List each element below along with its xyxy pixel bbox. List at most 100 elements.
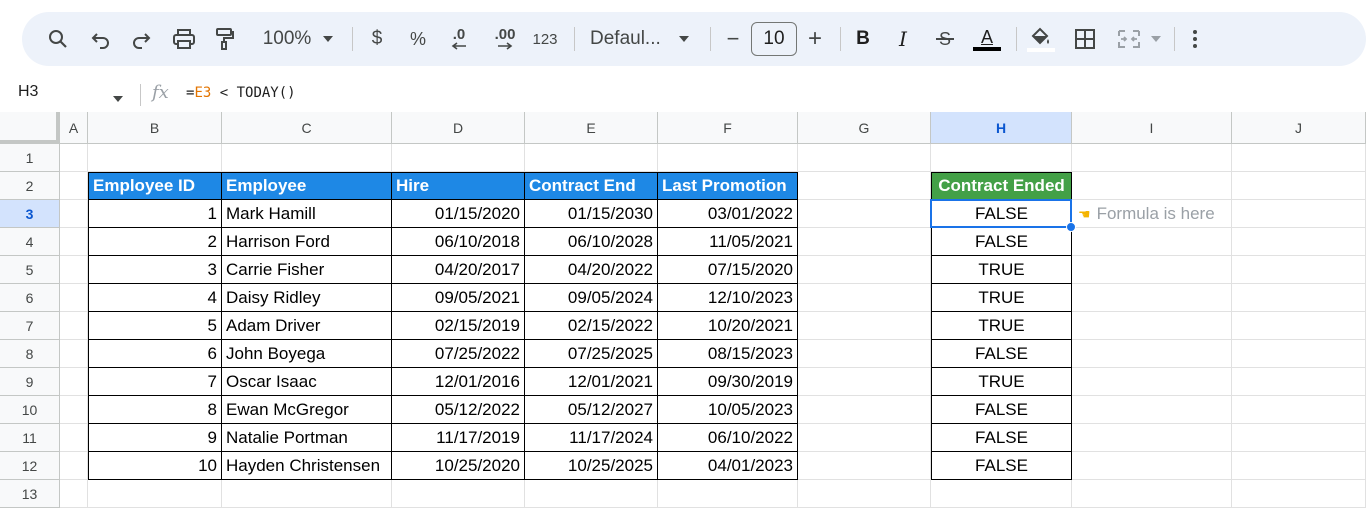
increase-font-size-button[interactable]: +	[804, 12, 826, 66]
table-cell[interactable]: Oscar Isaac	[222, 368, 392, 396]
table-cell[interactable]: 07/25/2025	[525, 340, 658, 368]
cell[interactable]	[392, 144, 525, 172]
cell[interactable]	[1072, 480, 1232, 508]
cell[interactable]	[798, 144, 931, 172]
cell[interactable]	[60, 284, 88, 312]
search-menus-icon[interactable]	[44, 12, 72, 66]
currency-button[interactable]: $	[366, 12, 388, 66]
table-cell[interactable]: 10	[88, 452, 222, 480]
cell[interactable]	[1232, 368, 1366, 396]
row-header-4[interactable]: 4	[0, 228, 60, 256]
table-cell[interactable]: 04/20/2017	[392, 256, 525, 284]
cell[interactable]	[1232, 340, 1366, 368]
cell[interactable]	[1232, 424, 1366, 452]
row-header-10[interactable]: 10	[0, 396, 60, 424]
row-header-9[interactable]: 9	[0, 368, 60, 396]
table-cell[interactable]: Hayden Christensen	[222, 452, 392, 480]
table-header-cell[interactable]: Last Promotion	[658, 172, 798, 200]
bold-button[interactable]: B	[852, 12, 874, 66]
cell[interactable]	[798, 396, 931, 424]
table-cell[interactable]: Mark Hamill	[222, 200, 392, 228]
row-header-1[interactable]: 1	[0, 144, 60, 172]
table-cell[interactable]: 06/10/2028	[525, 228, 658, 256]
redo-icon[interactable]	[128, 12, 154, 66]
table-cell[interactable]: 7	[88, 368, 222, 396]
merge-cells-icon[interactable]	[1114, 12, 1144, 66]
italic-button[interactable]: I	[892, 12, 914, 66]
decrease-decimal-button[interactable]: .0	[444, 12, 474, 66]
column-header-a[interactable]: A	[60, 112, 88, 144]
table-cell[interactable]: Ewan McGregor	[222, 396, 392, 424]
table-cell[interactable]: 07/25/2022	[392, 340, 525, 368]
decrease-font-size-button[interactable]: −	[722, 12, 744, 66]
table-cell[interactable]: Natalie Portman	[222, 424, 392, 452]
result-cell[interactable]: FALSE	[931, 396, 1072, 424]
print-icon[interactable]	[170, 12, 198, 66]
cell[interactable]	[1072, 396, 1232, 424]
zoom-select[interactable]: 100%	[256, 12, 318, 66]
table-cell[interactable]: 06/10/2018	[392, 228, 525, 256]
column-header-j[interactable]: J	[1232, 112, 1366, 144]
table-cell[interactable]: 06/10/2022	[658, 424, 798, 452]
table-cell[interactable]: Adam Driver	[222, 312, 392, 340]
cell[interactable]	[1232, 144, 1366, 172]
row-header-13[interactable]: 13	[0, 480, 60, 508]
result-cell[interactable]: FALSE	[931, 424, 1072, 452]
table-cell[interactable]: 11/17/2024	[525, 424, 658, 452]
table-cell[interactable]: 12/01/2021	[525, 368, 658, 396]
table-cell[interactable]: 05/12/2022	[392, 396, 525, 424]
table-header-cell[interactable]: Contract End	[525, 172, 658, 200]
cell[interactable]	[60, 452, 88, 480]
cell[interactable]	[1072, 368, 1232, 396]
cell[interactable]	[798, 480, 931, 508]
cell[interactable]	[798, 340, 931, 368]
cell[interactable]	[60, 172, 88, 200]
cell[interactable]	[1072, 228, 1232, 256]
cell[interactable]	[1232, 172, 1366, 200]
table-cell[interactable]: 4	[88, 284, 222, 312]
table-cell[interactable]: 5	[88, 312, 222, 340]
percent-button[interactable]: %	[406, 12, 430, 66]
fill-color-icon[interactable]	[1024, 12, 1058, 66]
cell[interactable]	[1072, 144, 1232, 172]
cell[interactable]	[60, 144, 88, 172]
result-cell[interactable]: TRUE	[931, 368, 1072, 396]
cell[interactable]	[1072, 172, 1232, 200]
result-cell[interactable]: TRUE	[931, 284, 1072, 312]
cell[interactable]	[798, 228, 931, 256]
cell[interactable]	[60, 480, 88, 508]
fill-handle[interactable]	[1066, 222, 1076, 232]
chevron-down-icon[interactable]	[320, 12, 336, 66]
table-cell[interactable]: 9	[88, 424, 222, 452]
column-header-f[interactable]: F	[658, 112, 798, 144]
row-header-7[interactable]: 7	[0, 312, 60, 340]
text-color-button[interactable]: A	[972, 12, 1002, 66]
table-cell[interactable]: 09/30/2019	[658, 368, 798, 396]
cell[interactable]	[1232, 256, 1366, 284]
table-cell[interactable]: 05/12/2027	[525, 396, 658, 424]
cell[interactable]	[658, 144, 798, 172]
cell[interactable]	[222, 144, 392, 172]
increase-decimal-button[interactable]: .00	[488, 12, 522, 66]
table-cell[interactable]: 11/05/2021	[658, 228, 798, 256]
table-cell[interactable]: 6	[88, 340, 222, 368]
cell[interactable]	[60, 424, 88, 452]
column-header-d[interactable]: D	[392, 112, 525, 144]
result-cell[interactable]: FALSE	[931, 228, 1072, 256]
table-cell[interactable]: 02/15/2022	[525, 312, 658, 340]
cell[interactable]	[1232, 452, 1366, 480]
select-all-corner[interactable]	[0, 112, 60, 144]
table-header-cell[interactable]: Employee ID	[88, 172, 222, 200]
formula-input[interactable]: =E3 < TODAY()	[186, 85, 296, 101]
cell[interactable]	[88, 144, 222, 172]
cell[interactable]	[60, 256, 88, 284]
cell[interactable]	[1072, 424, 1232, 452]
cell[interactable]	[1232, 480, 1366, 508]
table-cell[interactable]: John Boyega	[222, 340, 392, 368]
table-cell[interactable]: Harrison Ford	[222, 228, 392, 256]
table-cell[interactable]: 01/15/2030	[525, 200, 658, 228]
column-header-b[interactable]: B	[88, 112, 222, 144]
table-cell[interactable]: 04/01/2023	[658, 452, 798, 480]
cell[interactable]	[1232, 200, 1366, 228]
cell[interactable]	[798, 424, 931, 452]
